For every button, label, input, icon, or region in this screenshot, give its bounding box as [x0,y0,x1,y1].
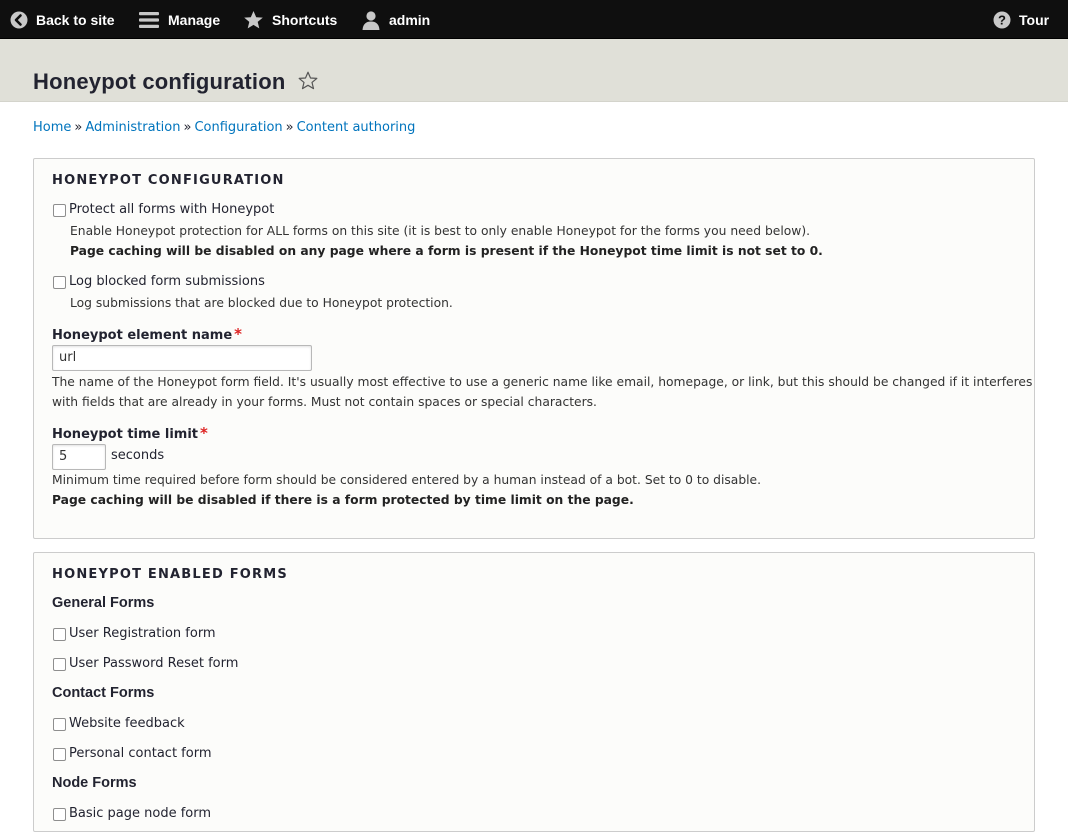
fieldset-legend: HONEYPOT ENABLED FORMS [52,567,288,582]
element-name-description-line1: The name of the Honeypot form field. It'… [52,375,1033,389]
user-icon [362,10,380,30]
shortcuts-label: Shortcuts [272,11,338,28]
time-limit-warning: Page caching will be disabled if there i… [52,493,634,507]
shortcuts-menu[interactable]: Shortcuts [243,0,337,39]
time-limit-input[interactable]: 5 [52,444,106,470]
back-to-site-label: Back to site [36,11,115,28]
hamburger-icon [139,11,159,28]
user-pass-label: User Password Reset form [69,656,239,671]
user-menu[interactable]: admin [361,0,430,39]
element-name-input[interactable]: url [52,345,312,371]
manage-menu[interactable]: Manage [138,0,220,39]
protect-all-checkbox[interactable] [53,204,66,217]
back-arrow-icon [10,11,28,28]
user-pass-checkbox[interactable] [53,658,66,671]
log-blocked-checkbox[interactable] [53,276,66,289]
protect-all-label: Protect all forms with Honeypot [69,202,275,217]
page-title: Honeypot configuration [33,69,286,94]
tour-label: Tour [1019,11,1050,28]
breadcrumb-administration[interactable]: Administration [85,120,180,135]
element-name-description-line2: with fields that are already in your for… [52,395,597,409]
admin-toolbar: Back to site Manage Shortcuts admin ? To… [0,0,1068,39]
manage-label: Manage [168,11,221,28]
required-marker: * [234,325,243,343]
feedback-checkbox[interactable] [53,718,66,731]
node-forms-heading: Node Forms [52,775,137,791]
page-header: Honeypot configuration [0,39,1068,102]
user-label: admin [389,11,431,28]
fieldset-legend: HONEYPOT CONFIGURATION [52,173,285,188]
log-blocked-description: Log submissions that are blocked due to … [70,296,453,310]
log-blocked-label: Log blocked form submissions [69,274,265,289]
svg-text:?: ? [998,12,1006,27]
personal-contact-label: Personal contact form [69,746,212,761]
star-icon [244,10,263,28]
honeypot-enabled-forms-fieldset: HONEYPOT ENABLED FORMS General Forms Use… [33,552,1035,832]
help-icon: ? [993,11,1011,28]
tour-button[interactable]: ? Tour [993,0,1049,39]
element-name-label: Honeypot element name * [52,325,243,343]
breadcrumb-separator: » [183,120,192,135]
user-register-checkbox[interactable] [53,628,66,641]
breadcrumb-content-authoring[interactable]: Content authoring [297,120,416,135]
time-limit-label: Honeypot time limit * [52,424,208,442]
breadcrumb-separator: » [74,120,83,135]
time-limit-description: Minimum time required before form should… [52,473,762,487]
favorite-star-icon[interactable] [298,71,318,90]
protect-all-description: Enable Honeypot protection for ALL forms… [70,224,811,238]
breadcrumb-separator: » [285,120,294,135]
feedback-label: Website feedback [69,716,185,731]
breadcrumb-configuration[interactable]: Configuration [194,120,282,135]
breadcrumb-home[interactable]: Home [33,120,71,135]
breadcrumb: Home» Administration» Configuration» Conten… [33,120,415,135]
personal-contact-checkbox[interactable] [53,748,66,761]
protect-all-warning: Page caching will be disabled on any pag… [70,244,823,258]
basic-page-label: Basic page node form [69,806,212,821]
honeypot-configuration-fieldset: HONEYPOT CONFIGURATION Protect all forms… [33,158,1035,539]
required-marker: * [200,424,208,442]
user-register-label: User Registration form [69,626,216,641]
contact-forms-heading: Contact Forms [52,685,155,701]
back-to-site-link[interactable]: Back to site [10,0,115,39]
general-forms-heading: General Forms [52,595,155,611]
time-limit-suffix: seconds [111,448,165,463]
